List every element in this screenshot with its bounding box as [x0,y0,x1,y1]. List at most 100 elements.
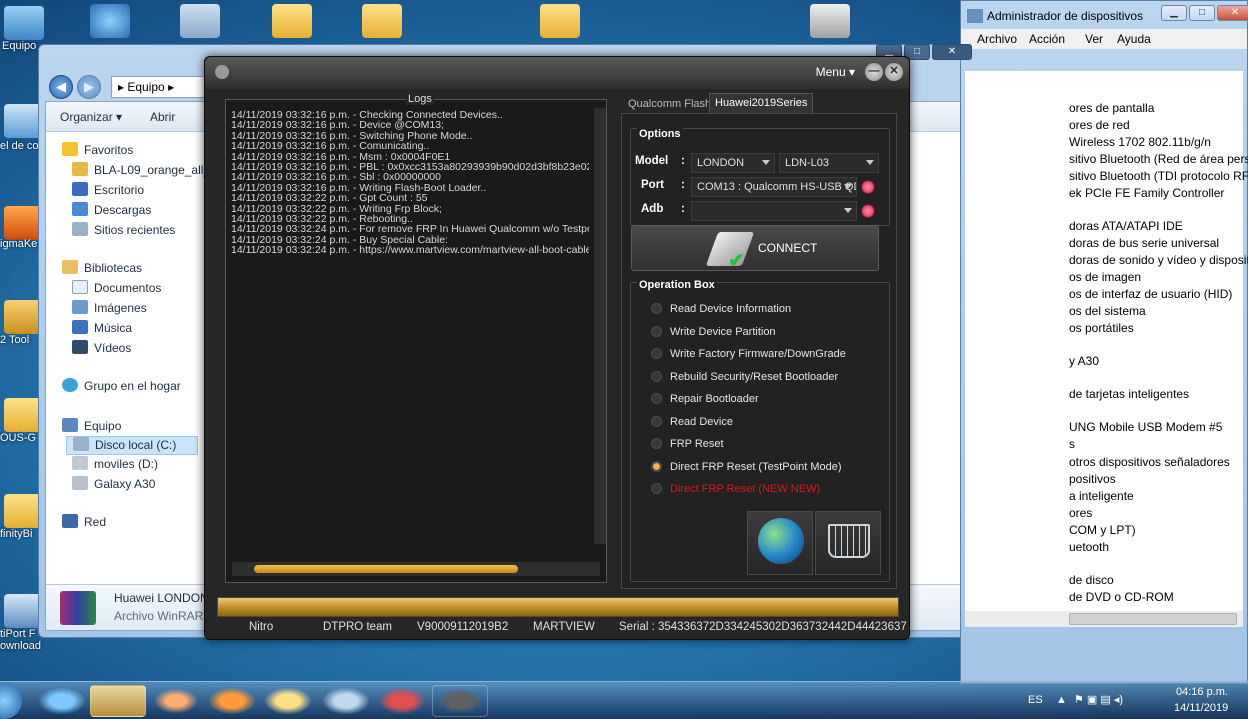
app-icon[interactable] [90,4,130,38]
radio-button[interactable] [651,460,662,472]
media-player-icon[interactable] [148,685,204,717]
app-icon[interactable] [260,685,316,717]
close-button[interactable]: ✕ [1217,5,1248,21]
device-tree-item[interactable]: positivos [1069,472,1116,486]
nav-item[interactable]: Imágenes [72,300,147,319]
nav-item[interactable]: BLA-L09_orange_all_ [72,162,210,181]
nav-item[interactable]: Galaxy A30 [72,476,155,495]
scroll-thumb[interactable] [254,565,518,573]
connect-button[interactable]: ✔ CONNECT [631,225,879,272]
device-tree-item[interactable]: sitivo Bluetooth (TDI protocolo RFC [1069,169,1248,183]
nav-item[interactable]: Música [72,320,132,339]
radio-button[interactable] [651,348,662,359]
model-variant-select[interactable]: LDN-L03 [779,153,879,173]
device-tree-item[interactable]: UNG Mobile USB Modem #5 [1069,420,1222,434]
nav-homegroup[interactable]: Grupo en el hogar [62,378,181,397]
nav-item[interactable]: Escritorio [72,182,144,201]
device-tree-item[interactable]: de tarjetas inteligentes [1069,387,1189,401]
radio-button[interactable] [651,303,662,314]
menu-ayuda[interactable]: Ayuda [1117,32,1151,46]
nav-libraries[interactable]: Bibliotecas [62,260,142,279]
device-tree-item[interactable]: s [1069,437,1075,451]
device-tree-item[interactable]: de DVD o CD-ROM [1069,590,1174,604]
operation-option[interactable]: Write Device Partition [651,325,776,344]
tab-huawei2019series[interactable]: Huawei2019Series [709,93,814,113]
computer-icon[interactable] [4,6,44,40]
radio-button[interactable] [651,438,662,449]
device-tree-item[interactable]: os del sistema [1069,304,1146,318]
website-button[interactable] [747,511,813,575]
clock-date[interactable]: 14/11/2019 [1174,702,1228,714]
device-tree-item[interactable]: os portátiles [1069,321,1134,335]
device-tree-item[interactable]: os de imagen [1069,270,1141,284]
internet-explorer-icon[interactable] [34,685,90,717]
operation-option[interactable]: Repair Bootloader [651,393,759,411]
folder-icon[interactable] [272,4,312,38]
device-tree-item[interactable]: ek PCIe FE Family Controller [1069,186,1224,200]
close-button[interactable]: ✕ [932,44,972,60]
device-tree-item[interactable]: a inteligente [1069,489,1134,503]
minimize-button[interactable]: ▁ [1161,5,1187,21]
start-button[interactable] [0,683,22,719]
nav-item-selected[interactable]: Disco local (C:) [66,436,198,455]
port-select[interactable]: COM13 : Qualcomm HS-USB QD [691,177,857,197]
log-horizontal-scrollbar[interactable] [232,562,600,576]
open-button[interactable]: Abrir [150,110,175,124]
nav-item[interactable]: Descargas [72,202,151,221]
maximize-button[interactable]: □ [1189,5,1215,21]
show-hidden-icons[interactable]: ▲ [1056,694,1067,706]
nav-computer[interactable]: Equipo [62,418,121,437]
shop-button[interactable] [815,511,881,575]
device-tree-item[interactable]: doras de sonido y vídeo y dispositiv [1069,253,1248,267]
folder-icon[interactable] [540,4,580,38]
folder-icon[interactable] [180,4,220,38]
operation-option[interactable]: Write Factory Firmware/DownGrade [651,348,846,366]
device-tree-item[interactable]: Wireless 1702 802.11b/g/n [1069,135,1211,149]
toolbox-icon[interactable] [374,685,430,717]
radio-button[interactable] [651,393,662,404]
operation-option[interactable]: Read Device Information [651,303,791,321]
firefox-icon[interactable] [204,685,260,717]
operation-option[interactable]: Direct FRP Reset (TestPoint Mode) [651,460,842,479]
radio-button[interactable] [651,483,662,494]
device-tree-item[interactable]: de disco [1069,573,1114,587]
device-tree-item[interactable]: sitivo Bluetooth (Red de área perso [1069,152,1248,166]
nav-item[interactable]: Vídeos [72,340,131,359]
nav-item[interactable]: Documentos [72,280,161,299]
network-app-icon[interactable] [318,685,374,717]
device-tree-item[interactable]: uetooth [1069,540,1109,554]
folder-icon[interactable] [362,4,402,38]
adb-refresh-button[interactable] [861,204,875,218]
back-button[interactable]: ◀ [49,75,73,99]
port-refresh-button[interactable] [861,180,875,194]
device-tree-item[interactable]: doras de bus serie universal [1069,236,1219,250]
radio-button[interactable] [651,325,662,337]
clock-time[interactable]: 04:16 p.m. [1176,686,1228,698]
tray-icons[interactable]: ⚑ ▣ ▤ ◂) [1074,693,1123,706]
close-button[interactable]: ✕ [885,63,903,81]
model-select[interactable]: LONDON [691,153,775,173]
nav-favorites[interactable]: Favoritos [62,142,133,161]
adb-select[interactable] [691,201,857,221]
radio-button[interactable] [651,370,662,382]
minimize-button[interactable]: — [865,63,883,81]
language-indicator[interactable]: ES [1028,694,1043,706]
martview-taskbar-icon[interactable] [432,685,488,717]
device-tree-item[interactable]: COM y LPT) [1069,523,1136,537]
operation-option[interactable]: Rebuild Security/Reset Bootloader [651,370,838,389]
device-tree-item[interactable]: ores de pantalla [1069,101,1154,115]
menu-button[interactable]: Menu ▾ [816,65,855,79]
forward-button[interactable]: ▶ [77,75,101,99]
menu-ver[interactable]: Ver [1085,32,1103,46]
operation-option[interactable]: FRP Reset [651,438,724,456]
log-vertical-scrollbar[interactable] [594,108,606,544]
nav-item[interactable]: moviles (D:) [72,456,158,475]
device-tree-item[interactable]: y A30 [1069,354,1099,368]
device-tree-item[interactable]: ores [1069,506,1092,520]
operation-option[interactable]: Read Device [651,415,733,434]
radio-button[interactable] [651,415,662,427]
nav-item[interactable]: Sitios recientes [72,222,175,241]
organize-button[interactable]: Organizar ▾ [60,110,122,124]
tools-icon[interactable] [810,4,850,38]
file-explorer-icon[interactable] [90,685,146,717]
